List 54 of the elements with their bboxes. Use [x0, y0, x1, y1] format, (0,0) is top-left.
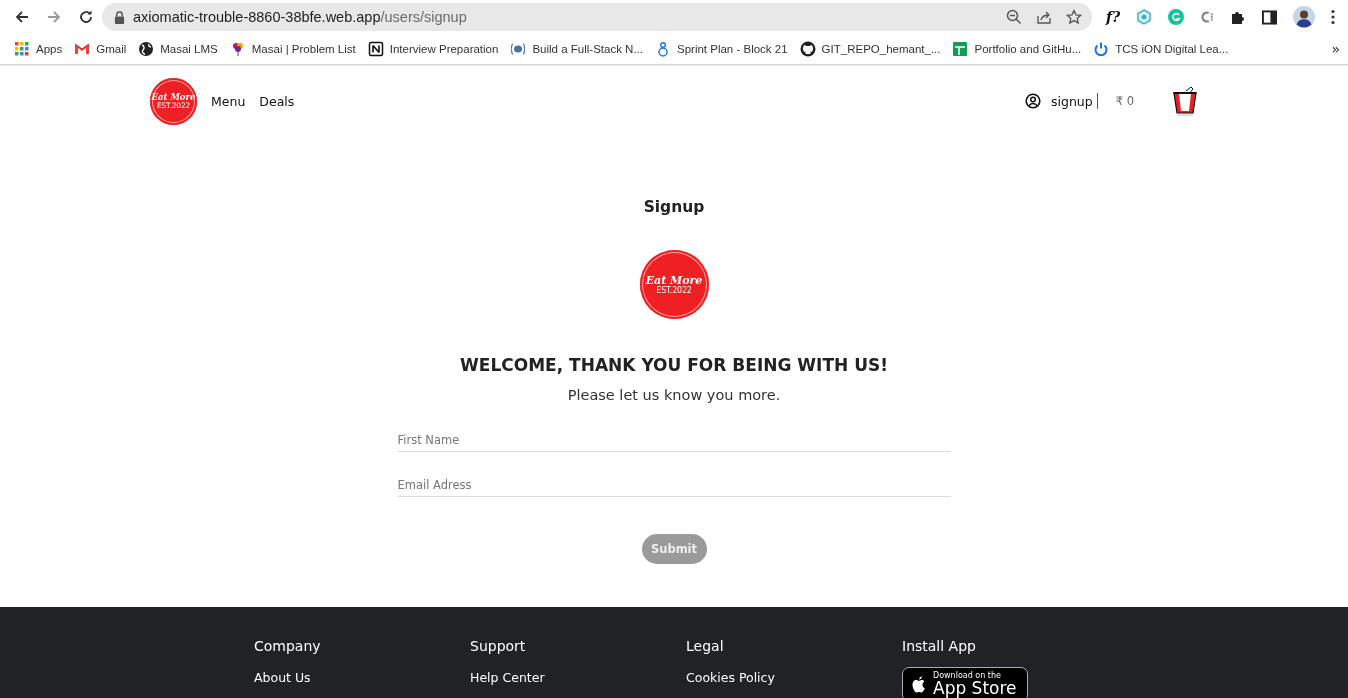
nav-link[interactable]: Deals [259, 93, 295, 109]
footer-link[interactable]: Cookies Policy [686, 670, 775, 685]
welcome-heading: WELCOME, THANK YOU FOR BEING WITH US! [460, 355, 888, 375]
reload-icon[interactable] [78, 9, 94, 25]
bookmark[interactable]: Gmail [74, 41, 127, 57]
lock-icon [114, 10, 125, 24]
subtitle: Please let us know you more. [567, 387, 781, 403]
footer-heading: Install App [902, 638, 976, 654]
avatar-icon[interactable] [1293, 6, 1316, 28]
more-icon[interactable] [1331, 9, 1336, 25]
puzzle-icon[interactable] [1230, 9, 1247, 25]
extension-icon[interactable]: f? [1106, 9, 1121, 25]
sheet-icon [952, 41, 969, 57]
more-bookmarks-button[interactable]: » [1331, 41, 1340, 57]
bookmark[interactable]: Masai LMS [138, 41, 218, 57]
c-extension-icon[interactable] [1200, 9, 1215, 25]
bookmark[interactable]: Portfolio and GitHu... [952, 41, 1082, 57]
bookmark[interactable]: Sprint Plan - Block 21 [655, 41, 788, 57]
app-store-badge[interactable]: Download on the App Store [902, 667, 1028, 698]
footer-heading: Legal [686, 638, 724, 654]
bookmark[interactable]: Apps [14, 41, 63, 57]
footer-link[interactable]: Help Center [470, 670, 545, 685]
url-text: axiomatic-trouble-8860-38bfe.web.app/users/signup [133, 9, 468, 25]
logo: Eat More EST.2022 [639, 250, 709, 319]
star-icon[interactable] [1066, 9, 1082, 25]
nav-link[interactable]: Menu [211, 93, 246, 109]
bookmark[interactable]: TCS iON Digital Lea... [1093, 41, 1229, 57]
bookmark[interactable]: GIT_REPO_hemant_... [799, 41, 941, 57]
sidebar-icon[interactable] [1262, 9, 1278, 25]
braces-icon [510, 41, 527, 57]
globe-icon [138, 41, 155, 57]
cart-total: ₹ 0 [1115, 94, 1134, 108]
person-icon [655, 41, 671, 57]
bucket-icon[interactable] [1172, 85, 1198, 117]
zoom-out-icon[interactable] [1006, 9, 1022, 25]
footer-heading: Company [254, 638, 321, 654]
share-icon[interactable] [1036, 9, 1052, 25]
bookmark[interactable]: Masai | Problem List [229, 41, 356, 57]
bookmark[interactable]: Interview Preparation [367, 41, 499, 57]
footer-link[interactable]: About Us [254, 670, 311, 685]
apps-grid-icon [14, 41, 30, 57]
power-icon [1093, 41, 1110, 57]
signup-link[interactable]: signup [1051, 93, 1093, 109]
github-icon [799, 41, 816, 57]
page-title: Signup [643, 198, 705, 216]
forward-icon[interactable] [46, 9, 62, 25]
notion-icon [367, 41, 384, 57]
address-bar[interactable]: axiomatic-trouble-8860-38bfe.web.app/users/signup [102, 3, 1092, 31]
bookmark[interactable]: Build a Full-Stack N... [510, 41, 643, 57]
footer-heading: Support [470, 638, 526, 654]
back-icon[interactable] [14, 9, 30, 25]
user-icon[interactable] [1025, 93, 1041, 109]
mail-icon [74, 41, 91, 57]
apple-icon [911, 675, 927, 694]
